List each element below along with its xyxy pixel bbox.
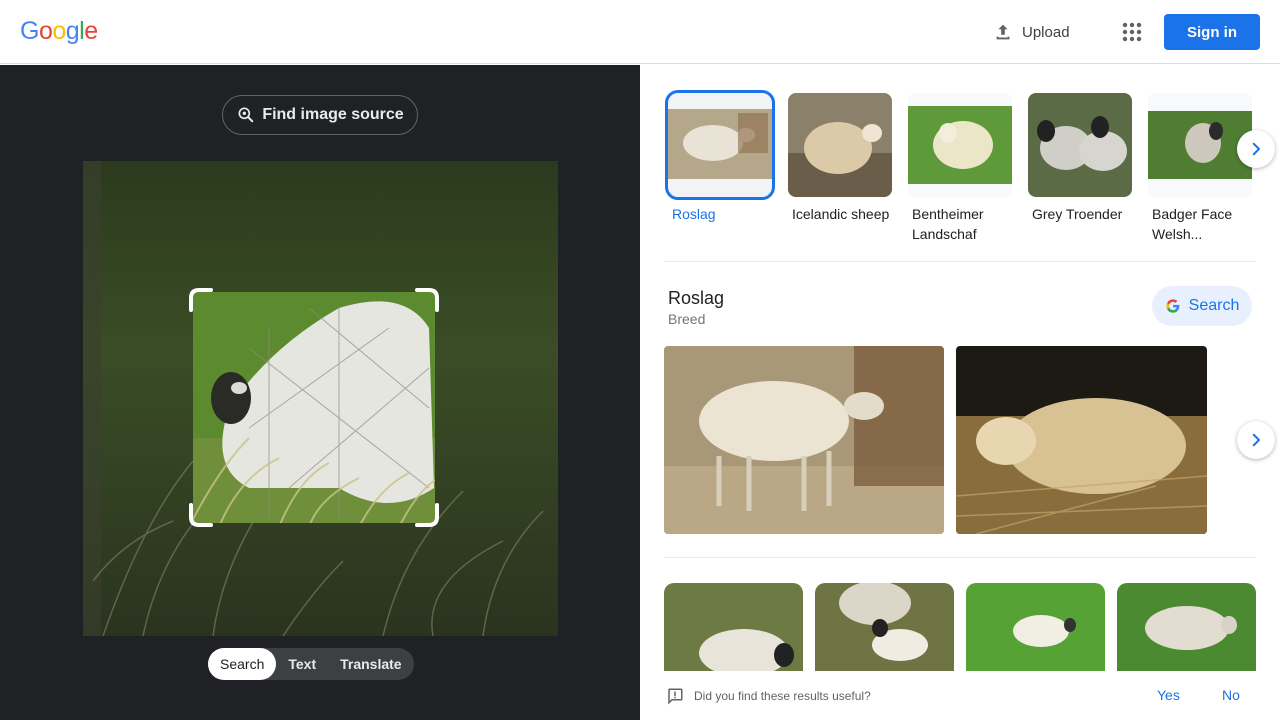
entity-search-button[interactable]: Search — [1152, 286, 1252, 326]
visual-match-image[interactable] — [664, 583, 803, 673]
tab-text[interactable]: Text — [276, 648, 328, 680]
suggestion-label: Roslag — [672, 206, 716, 222]
suggestion-thumbnail — [908, 93, 1012, 197]
suggestion-thumbnail — [788, 93, 892, 197]
feedback-no-button[interactable]: No — [1222, 687, 1240, 703]
suggestion-label: Badger Face Welsh... — [1152, 206, 1233, 242]
crop-selection[interactable] — [189, 288, 439, 527]
results-panel: Roslag Icelandic sheep Bentheimer Landsc… — [640, 65, 1280, 720]
suggestion-label: Icelandic sheep — [792, 206, 890, 222]
tab-search[interactable]: Search — [208, 648, 277, 680]
entity-subtitle: Breed — [668, 311, 706, 327]
apps-grid-icon — [1122, 22, 1142, 42]
upload-label: Upload — [1022, 23, 1070, 41]
feedback-icon — [668, 688, 683, 705]
logo-letter: o — [52, 17, 66, 45]
upload-button[interactable]: Upload — [992, 20, 1070, 44]
upload-icon — [996, 24, 1010, 40]
find-image-source-button[interactable]: Find image source — [222, 95, 418, 135]
suggestion-label: Grey Troender — [1032, 206, 1123, 222]
google-g-icon — [1165, 299, 1180, 313]
mode-tabs: Search Text Translate — [208, 648, 414, 680]
suggestion-icelandic-sheep[interactable]: Icelandic sheep — [788, 93, 892, 224]
breed-suggestions: Roslag Icelandic sheep Bentheimer Landsc… — [664, 89, 1256, 261]
sign-in-button[interactable]: Sign in — [1164, 14, 1260, 50]
divider — [664, 261, 1256, 262]
visual-match-image[interactable] — [815, 583, 954, 673]
visual-match-image[interactable] — [966, 583, 1105, 673]
tab-translate[interactable]: Translate — [328, 648, 413, 680]
lens-search-icon — [238, 107, 254, 123]
apps-button[interactable] — [1120, 20, 1144, 44]
entity-title: Roslag — [668, 288, 725, 308]
suggestions-next-button[interactable] — [1237, 130, 1275, 168]
divider — [664, 557, 1256, 558]
entity-images-next-button[interactable] — [1237, 421, 1275, 459]
logo-letter: o — [38, 17, 53, 45]
logo-letter: G — [20, 17, 39, 45]
top-bar: Google Upload Sign in — [0, 0, 1280, 64]
find-image-source-label: Find image source — [262, 106, 404, 123]
chevron-right-icon — [1252, 142, 1260, 156]
suggestion-thumbnail — [1028, 93, 1132, 197]
entity-image[interactable] — [664, 346, 944, 534]
suggestion-label: Bentheimer Landschaf — [912, 206, 984, 242]
suggestion-bentheimer-landschaf[interactable]: Bentheimer Landschaf — [908, 93, 1012, 244]
visual-match-image[interactable] — [1117, 583, 1256, 673]
entity-image[interactable] — [956, 346, 1207, 534]
entity-search-label: Search — [1188, 297, 1240, 314]
suggestion-roslag[interactable]: Roslag — [665, 90, 775, 224]
chevron-right-icon — [1252, 433, 1260, 447]
feedback-bar: Did you find these results useful? Yes N… — [640, 671, 1280, 720]
google-logo[interactable]: Google — [20, 17, 98, 46]
logo-letter: g — [65, 17, 80, 45]
suggestion-grey-troender[interactable]: Grey Troender — [1028, 93, 1132, 224]
suggestion-badger-face-welsh[interactable]: Badger Face Welsh... — [1148, 93, 1252, 244]
query-image-panel: Find image source Search Text Translate — [0, 65, 640, 720]
logo-letter: e — [84, 17, 98, 45]
feedback-question: Did you find these results useful? — [694, 689, 871, 703]
suggestion-thumbnail — [665, 90, 775, 200]
feedback-yes-button[interactable]: Yes — [1157, 687, 1180, 703]
